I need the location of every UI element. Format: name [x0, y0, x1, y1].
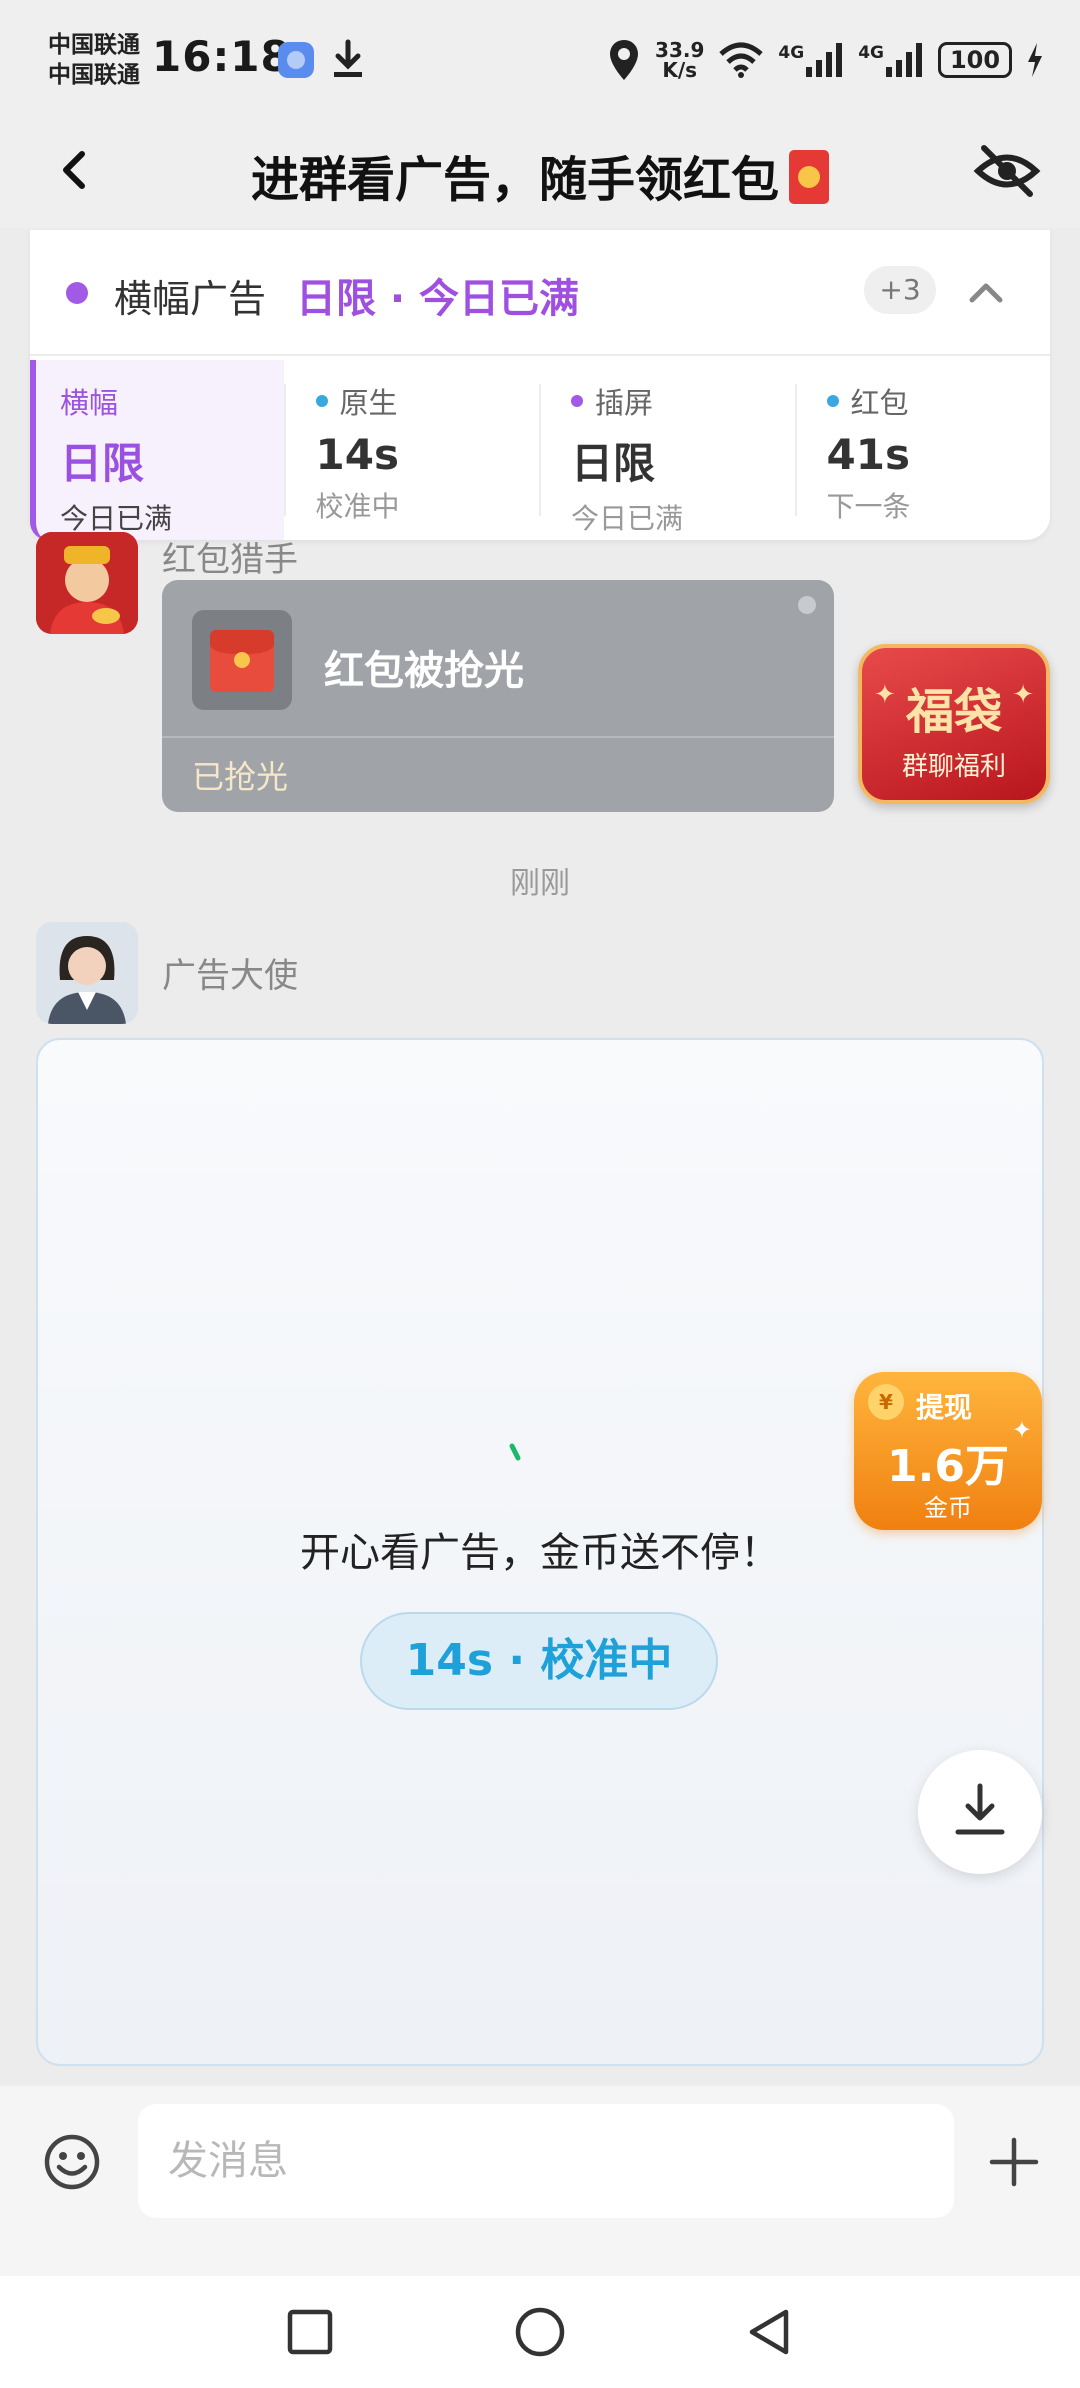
plus-icon[interactable]: [984, 2132, 1044, 2192]
ad-video-card[interactable]: 开心看广告，金币送不停！ 14s · 校准中: [36, 1038, 1044, 2066]
ad-column-sub: 校准中: [315, 490, 400, 523]
carrier-labels: 中国联通 中国联通: [48, 30, 140, 90]
red-packet-message[interactable]: 红包被抢光 已抢光: [162, 580, 834, 812]
message-input[interactable]: [138, 2104, 954, 2218]
ambassador-avatar-icon: [36, 922, 138, 1024]
status-bar: 中国联通 中国联通 16:18 33.9 K/s 4G 4G 100: [0, 0, 1080, 118]
ad-column-sub: 下一条: [826, 490, 911, 523]
avatar[interactable]: [36, 532, 138, 634]
ad-column-value: 日限: [60, 439, 145, 488]
coin-unit: 金币: [924, 1494, 972, 1522]
avatar[interactable]: [36, 922, 138, 1024]
ad-column-sub: 今日已满: [60, 502, 173, 535]
divider: [162, 736, 834, 738]
ad-column-value: 日限: [571, 439, 656, 488]
download-status-icon: [334, 39, 362, 77]
recents-square-icon[interactable]: [282, 2304, 338, 2360]
more-ad-types-badge[interactable]: +3: [864, 266, 936, 314]
sparkle-icon: ✦: [1012, 680, 1034, 710]
ad-column-dot: [826, 395, 839, 407]
ad-column-banner[interactable]: 横幅 日限 今日已满: [30, 360, 284, 540]
ad-column-label: 原生: [339, 386, 398, 420]
god-of-wealth-avatar-icon: [36, 532, 138, 634]
lucky-bag-subtitle: 群聊福利: [901, 752, 1006, 782]
red-envelope-icon: [210, 630, 274, 692]
emoji-icon[interactable]: [42, 2132, 102, 2192]
speed-unit: K/s: [662, 58, 698, 82]
sparkle-icon: ✦: [874, 680, 896, 710]
signal-2: 4G: [858, 43, 924, 77]
coin-icon: ¥: [868, 1384, 904, 1420]
system-nav-bar: [0, 2276, 1080, 2388]
signal-bars-icon: [806, 43, 843, 77]
ad-column-interstitial[interactable]: 插屏 日限 今日已满: [539, 360, 795, 540]
red-packet-title: 红包被抢光: [324, 648, 524, 694]
status-right-group: 33.9 K/s 4G 4G 100: [607, 32, 1044, 88]
withdraw-coins-badge[interactable]: ¥ 提现 ✦ 1.6万 金币: [854, 1372, 1042, 1530]
page-title-text: 进群看广告，随手领红包: [250, 152, 779, 208]
ad-column-label: 横幅: [60, 386, 119, 420]
ad-column-label: 插屏: [595, 386, 654, 420]
signal-1: 4G: [778, 43, 844, 77]
lucky-bag-badge[interactable]: ✦ ✦ 福袋 群聊福利: [858, 644, 1050, 804]
ad-column-dot: [315, 395, 328, 407]
ad-column-label-row: 插屏: [571, 380, 795, 422]
time-separator: 刚刚: [510, 866, 570, 901]
ad-column-label-row: 红包: [826, 380, 1051, 422]
battery-indicator: 100: [938, 42, 1012, 78]
wifi-icon: [719, 42, 764, 78]
download-arrow-icon: [955, 1783, 1005, 1835]
network-type-2: 4G: [858, 43, 884, 63]
sender-name: 广告大使: [162, 956, 298, 996]
ad-type-columns: 横幅 日限 今日已满 原生 14s 校准中 插屏 日限 今日已满 红包 41s …: [30, 360, 1050, 540]
ad-status-header[interactable]: 横幅广告 日限 · 今日已满 +3: [30, 230, 1050, 356]
ad-type-name: 横幅广告: [114, 277, 267, 321]
speed-value: 33.9: [655, 38, 705, 62]
status-clock: 16:18: [152, 32, 291, 81]
carrier-1: 中国联通: [48, 32, 140, 58]
scroll-to-bottom-button[interactable]: [918, 1750, 1042, 1874]
ad-column-dot: [571, 395, 583, 407]
back-triangle-icon[interactable]: [742, 2304, 798, 2360]
chat-header: 进群看广告，随手领红包: [0, 118, 1080, 228]
ad-column-value: 14s: [315, 430, 399, 479]
ad-column-native[interactable]: 原生 14s 校准中: [283, 360, 540, 540]
loading-spinner-icon: [509, 1443, 521, 1461]
ad-column-value: 41s: [826, 430, 910, 479]
ad-type-dot: [66, 282, 88, 304]
ad-column-label-row: 原生: [315, 380, 540, 422]
page-title: 进群看广告，随手领红包: [0, 140, 1080, 210]
sender-name: 红包猎手: [162, 540, 298, 580]
ad-column-sub: 今日已满: [571, 502, 684, 535]
ad-status-card: 横幅广告 日限 · 今日已满 +3 横幅 日限 今日已满 原生 14s 校准中 …: [30, 230, 1050, 540]
network-type-1: 4G: [778, 43, 805, 63]
signal-bars-icon: [886, 43, 922, 77]
app-notification-icon: [278, 42, 314, 78]
chevron-up-icon[interactable]: [964, 270, 1008, 314]
location-icon: [610, 40, 639, 80]
ad-column-red-packet[interactable]: 红包 41s 下一条: [794, 360, 1051, 540]
charging-icon: [1028, 43, 1042, 77]
unread-dot: [798, 596, 816, 614]
coin-amount: 1.6万: [887, 1441, 1009, 1492]
red-envelope-icon: [789, 150, 829, 204]
ad-timer-pill: 14s · 校准中: [360, 1612, 718, 1710]
carrier-2: 中国联通: [48, 62, 140, 88]
withdraw-label: 提现: [916, 1391, 973, 1424]
ad-type-status: 日限 · 今日已满: [296, 276, 580, 322]
home-circle-icon[interactable]: [512, 2304, 568, 2360]
eye-off-icon[interactable]: [972, 136, 1042, 206]
network-speed: 33.9 K/s: [655, 40, 704, 80]
ad-column-label: 红包: [850, 386, 909, 420]
message-input-bar: [0, 2086, 1080, 2276]
red-packet-icon-box: [192, 610, 292, 710]
red-packet-status: 已抢光: [192, 758, 289, 796]
